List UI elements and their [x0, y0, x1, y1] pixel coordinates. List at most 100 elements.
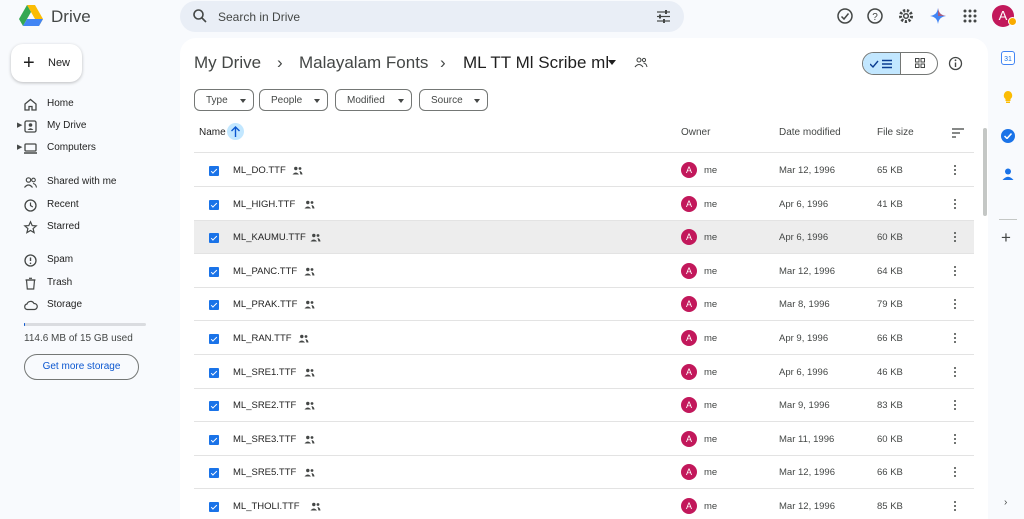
- rail-divider: [999, 219, 1017, 220]
- offline-status-icon[interactable]: [836, 7, 854, 25]
- sidebar-item-storage[interactable]: Storage: [16, 296, 166, 316]
- contacts-icon[interactable]: [1001, 167, 1015, 181]
- list-view-button[interactable]: [863, 53, 901, 74]
- search-input[interactable]: [218, 8, 638, 26]
- table-row[interactable]: ML_SRE3.TTF Ame Mar 11, 1996 60 KB: [194, 423, 974, 456]
- more-actions-icon[interactable]: [950, 230, 960, 244]
- owner-avatar: A: [681, 330, 697, 346]
- column-header-date-modified[interactable]: Date modified: [779, 127, 841, 138]
- filter-type-chip[interactable]: Type: [194, 89, 254, 111]
- search-icon[interactable]: [192, 8, 208, 24]
- shared-people-icon: [292, 166, 303, 175]
- sort-options-icon[interactable]: [952, 128, 964, 138]
- breadcrumb-current-folder[interactable]: ML TT Ml Scribe ml: [463, 53, 609, 73]
- sidebar-item-computers[interactable]: ▶ Computers: [16, 139, 166, 159]
- add-addon-icon[interactable]: +: [1001, 229, 1011, 246]
- sidebar-item-recent[interactable]: Recent: [16, 196, 166, 216]
- more-actions-icon[interactable]: [950, 331, 960, 345]
- file-name: ML_DO.TTF: [233, 165, 286, 176]
- filter-source-chip[interactable]: Source: [419, 89, 488, 111]
- contacts-person-icon: [1002, 168, 1014, 180]
- more-actions-icon[interactable]: [950, 297, 960, 311]
- filter-modified-chip[interactable]: Modified: [335, 89, 412, 111]
- table-row[interactable]: ML_PRAK.TTF Ame Mar 8, 1996 79 KB: [194, 288, 974, 322]
- file-name: ML_PANC.TTF: [233, 265, 298, 277]
- more-actions-icon[interactable]: [950, 163, 960, 177]
- plus-icon: +: [23, 52, 35, 74]
- breadcrumb-malayalam-fonts[interactable]: Malayalam Fonts: [299, 53, 428, 73]
- keep-icon[interactable]: [1001, 90, 1015, 104]
- table-row[interactable]: ML_KAUMU.TTF Ame Apr 6, 1996 60 KB: [194, 221, 974, 255]
- table-row[interactable]: ML_SRE2.TTF Ame Mar 9, 1996 83 KB: [194, 389, 974, 423]
- more-actions-icon[interactable]: [950, 499, 960, 513]
- filter-people-chip[interactable]: People: [259, 89, 328, 111]
- more-actions-icon[interactable]: [950, 465, 960, 479]
- gemini-sparkle-icon[interactable]: [929, 7, 947, 25]
- get-more-storage-button[interactable]: Get more storage: [24, 354, 139, 380]
- table-row-partial[interactable]: Ame: [194, 148, 974, 154]
- sidebar-item-label: Starred: [47, 221, 80, 232]
- sort-ascending-button[interactable]: [227, 123, 244, 140]
- sidebar-item-my-drive[interactable]: ▶ My Drive: [16, 117, 166, 137]
- owner-avatar: A: [681, 195, 697, 212]
- expand-panel-chevron-icon[interactable]: ›: [1004, 497, 1007, 508]
- table-row[interactable]: ML_SRE1.TTF Ame Apr 6, 1996 46 KB: [194, 356, 974, 389]
- font-file-icon: [209, 334, 219, 344]
- main-panel: My Drive › Malayalam Fonts › ML TT Ml Sc…: [180, 38, 988, 519]
- new-button[interactable]: + New: [11, 44, 82, 82]
- more-actions-icon[interactable]: [950, 365, 960, 379]
- breadcrumb-my-drive[interactable]: My Drive: [194, 53, 261, 73]
- more-actions-icon[interactable]: [950, 264, 960, 278]
- sidebar-item-label: Trash: [47, 277, 73, 288]
- column-header-file-size[interactable]: File size: [877, 127, 914, 138]
- account-warning-badge: [1008, 17, 1017, 26]
- app-title[interactable]: Drive: [51, 7, 91, 27]
- computer-icon: [24, 143, 37, 154]
- grid-view-button[interactable]: [901, 53, 937, 74]
- folder-menu-caret-icon[interactable]: [608, 60, 616, 65]
- table-row[interactable]: ML_PANC.TTF Ame Mar 12, 1996 64 KB: [194, 255, 974, 288]
- people-icon: [24, 177, 38, 188]
- calendar-icon[interactable]: 31: [1001, 51, 1015, 65]
- more-actions-icon[interactable]: [950, 197, 960, 211]
- scrollbar-thumb[interactable]: [983, 128, 987, 216]
- search-bar[interactable]: [180, 1, 684, 32]
- date-modified: Mar 12, 1996: [779, 467, 835, 479]
- owner-name: me: [704, 299, 718, 311]
- sidebar-item-home[interactable]: Home: [16, 95, 166, 115]
- help-icon[interactable]: ?: [866, 7, 884, 25]
- apps-grid-icon[interactable]: [961, 7, 979, 25]
- table-row[interactable]: ML_THOLI.TTF Ame Mar 12, 1996 85 KB: [194, 490, 974, 519]
- file-size: 41 KB: [877, 198, 903, 210]
- tasks-icon[interactable]: [1001, 129, 1015, 143]
- shared-people-icon: [304, 469, 315, 477]
- table-row[interactable]: ML_DO.TTF Ame Mar 12, 1996 65 KB: [194, 154, 974, 187]
- owner-name: me: [704, 501, 718, 512]
- storage-usage-text: 114.6 MB of 15 GB used: [24, 333, 133, 344]
- shared-people-icon: [304, 435, 315, 444]
- top-bar: Drive ? A: [0, 0, 1024, 34]
- more-actions-icon[interactable]: [950, 398, 960, 412]
- info-icon[interactable]: [948, 56, 963, 71]
- list-view-check-icon: [870, 59, 892, 69]
- table-row[interactable]: ML_SRE5.TTF Ame Mar 12, 1996 66 KB: [194, 456, 974, 490]
- search-options-icon[interactable]: [656, 9, 671, 24]
- sidebar-item-shared-with-me[interactable]: Shared with me: [16, 173, 166, 193]
- file-size: 46 KB: [877, 366, 903, 378]
- sidebar-item-spam[interactable]: Spam: [16, 251, 166, 271]
- column-header-name[interactable]: Name: [199, 127, 226, 138]
- table-row[interactable]: ML_HIGH.TTF Ame Apr 6, 1996 41 KB: [194, 188, 974, 221]
- column-header-owner[interactable]: Owner: [681, 127, 710, 138]
- file-size: 65 KB: [877, 165, 903, 176]
- file-name: ML_PRAK.TTF: [233, 299, 298, 311]
- more-actions-icon[interactable]: [950, 432, 960, 446]
- filter-chip-label: Modified: [347, 95, 385, 106]
- table-row[interactable]: ML_RAN.TTF Ame Apr 9, 1996 66 KB: [194, 322, 974, 355]
- settings-gear-icon[interactable]: [897, 7, 915, 25]
- breadcrumb-separator: ›: [440, 53, 446, 72]
- expand-arrow-icon[interactable]: ▶: [17, 121, 22, 129]
- sidebar-item-starred[interactable]: Starred: [16, 218, 166, 238]
- sidebar-item-trash[interactable]: Trash: [16, 274, 166, 294]
- expand-arrow-icon[interactable]: ▶: [17, 143, 22, 151]
- drive-logo-icon[interactable]: [19, 5, 43, 27]
